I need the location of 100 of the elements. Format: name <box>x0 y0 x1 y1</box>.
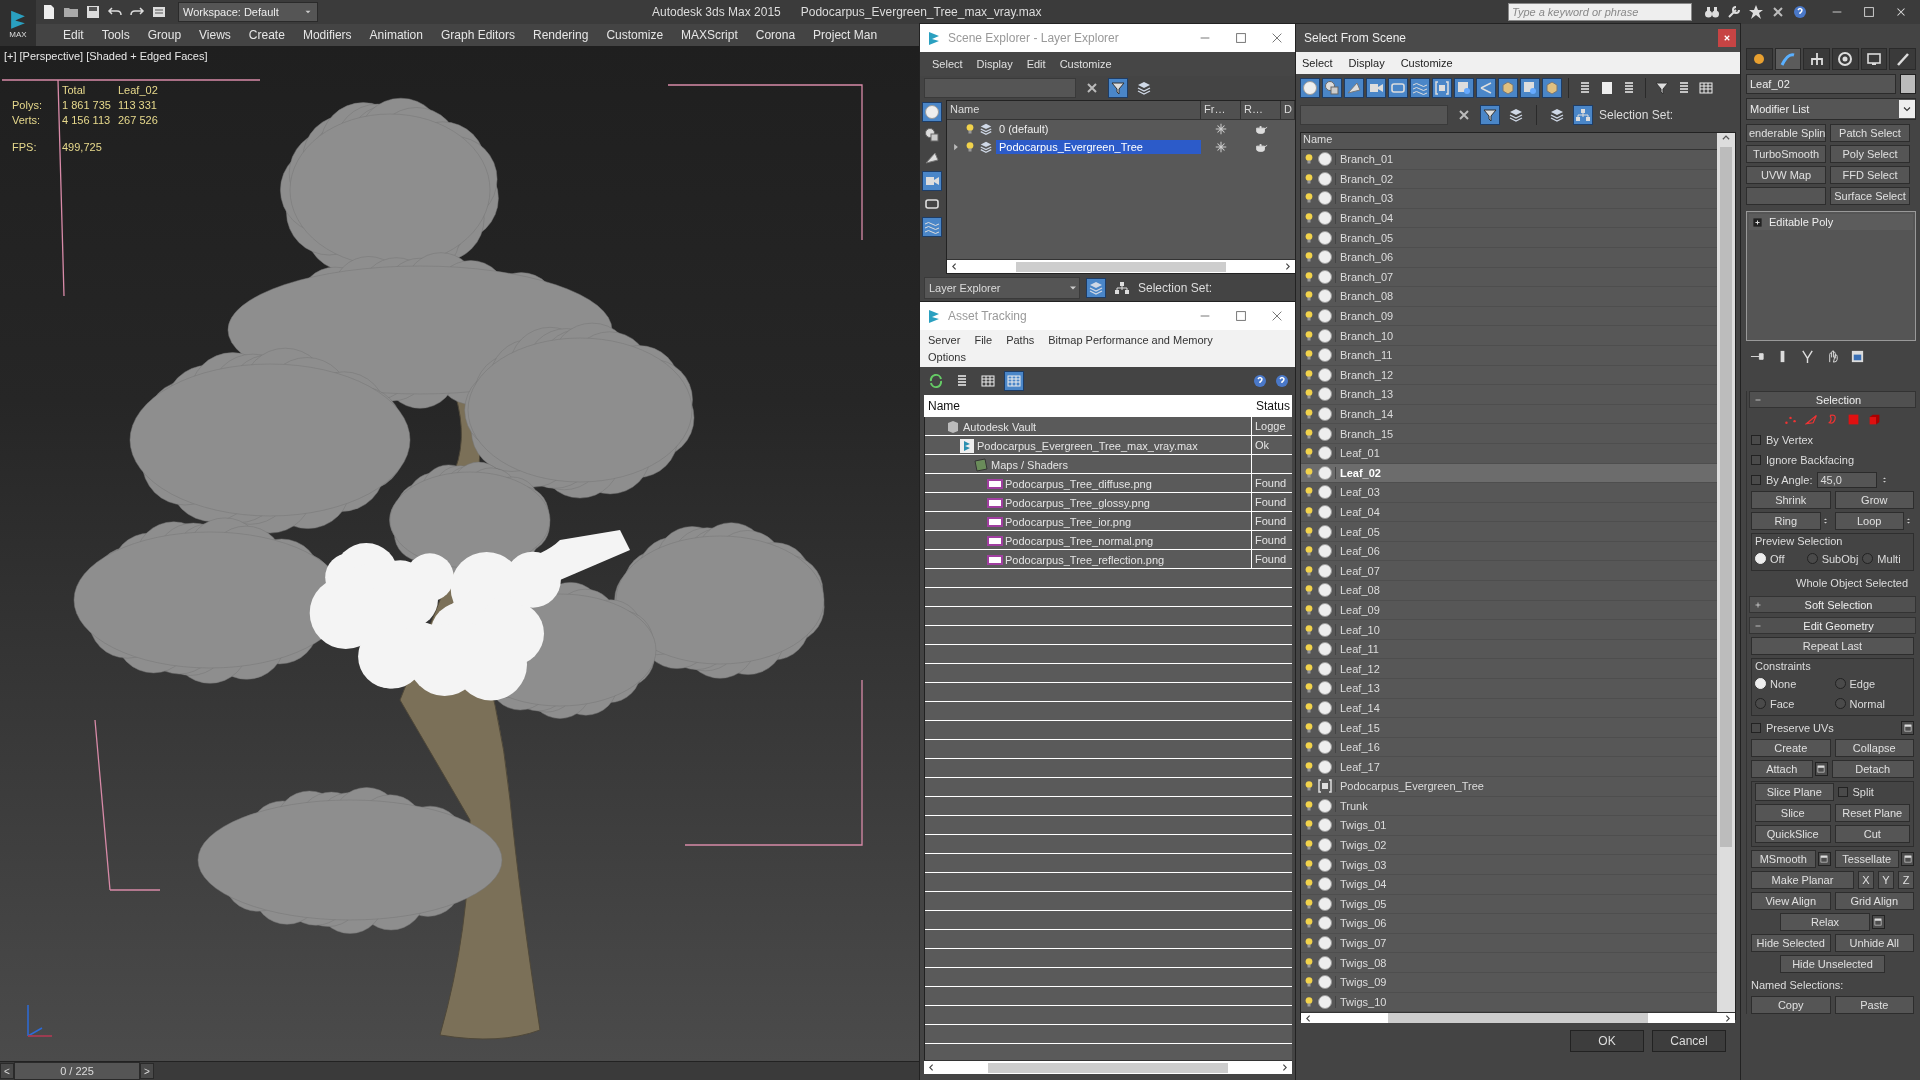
menu-item[interactable]: Views <box>190 28 240 42</box>
make-unique-icon[interactable] <box>1800 348 1815 364</box>
menu-item[interactable]: Group <box>138 28 191 42</box>
viewport-label[interactable]: [+] <box>4 50 17 62</box>
menu-item[interactable]: Corona <box>746 28 805 42</box>
asset-name[interactable]: Podocarpus_Tree_diffuse.png <box>1005 477 1152 490</box>
object-row[interactable]: Leaf_06 <box>1301 541 1717 562</box>
object-row[interactable]: Twigs_05 <box>1301 894 1717 915</box>
checkbox[interactable] <box>1751 434 1761 445</box>
maximize-icon[interactable] <box>1234 31 1248 45</box>
lights-filter-button[interactable] <box>1344 78 1364 98</box>
menu-item[interactable]: Animation <box>360 28 432 42</box>
scroll-up-icon[interactable] <box>1721 133 1731 143</box>
modifier-button[interactable]: Patch Select <box>1830 124 1910 142</box>
asset-name[interactable]: Podocarpus_Tree_reflection.png <box>1005 553 1165 566</box>
save-button[interactable] <box>84 4 102 20</box>
motion-tab[interactable] <box>1832 48 1859 70</box>
command-button[interactable]: Shrink <box>1751 491 1831 509</box>
horizontal-scrollbar[interactable] <box>924 1060 1292 1074</box>
menu-item[interactable]: Rendering <box>524 28 598 42</box>
layer-name[interactable]: Podocarpus_Evergreen_Tree <box>996 140 1201 154</box>
horizontal-scrollbar[interactable] <box>1301 1012 1735 1024</box>
object-row[interactable]: Leaf_10 <box>1301 620 1717 640</box>
settings-button[interactable] <box>1901 852 1914 866</box>
modify-tab[interactable] <box>1774 48 1802 70</box>
light-bulb-icon[interactable] <box>964 140 976 154</box>
object-row[interactable]: Branch_09 <box>1301 306 1717 327</box>
filter-toggle-button[interactable] <box>1108 78 1128 98</box>
asset-name[interactable]: Autodesk Vault <box>963 420 1037 433</box>
object-row[interactable]: Twigs_06 <box>1301 914 1717 934</box>
checkbox[interactable] <box>1751 722 1761 733</box>
xrefs-filter-button[interactable] <box>1454 78 1474 98</box>
geometry-filter-button[interactable] <box>1300 78 1320 98</box>
menu-item[interactable]: Tools <box>92 28 139 42</box>
wrench-icon[interactable] <box>1726 4 1742 20</box>
object-row[interactable]: Branch_08 <box>1301 287 1717 307</box>
help-icon[interactable] <box>1274 373 1290 389</box>
stack-item[interactable]: Editable Poly <box>1749 214 1913 230</box>
settings-button[interactable] <box>1814 762 1828 776</box>
object-row[interactable]: Leaf_14 <box>1301 698 1717 719</box>
object-row[interactable]: Trunk <box>1301 796 1717 817</box>
command-button[interactable]: Repeat Last <box>1751 637 1914 655</box>
modifier-button[interactable]: UVW Map <box>1746 166 1826 184</box>
object-row[interactable]: Leaf_16 <box>1301 737 1717 758</box>
menu-item[interactable]: Edit <box>54 28 93 42</box>
command-button[interactable]: Slice Plane <box>1755 783 1834 801</box>
modifier-button[interactable]: Surface Select <box>1830 187 1910 205</box>
command-button[interactable]: Loop <box>1834 512 1904 530</box>
command-button[interactable]: Cut <box>1834 825 1910 843</box>
command-button[interactable]: Hide Unselected <box>1780 955 1885 973</box>
menu-item[interactable]: Project Man <box>804 28 887 42</box>
utilities-tab[interactable] <box>1889 48 1917 70</box>
command-button[interactable]: Create <box>1751 739 1831 757</box>
axis-button[interactable]: Y <box>1878 871 1894 889</box>
workspace-dropdown[interactable]: Workspace: Default <box>178 2 318 22</box>
rollout-header[interactable]: Selection <box>1749 391 1916 408</box>
object-row[interactable]: Branch_06 <box>1301 247 1717 268</box>
create-tab[interactable] <box>1746 48 1773 70</box>
command-button[interactable]: Grow <box>1834 491 1914 509</box>
checkbox[interactable] <box>1837 787 1848 797</box>
layer-view-button[interactable] <box>1086 278 1106 298</box>
maximize-icon[interactable] <box>1862 5 1876 19</box>
object-row[interactable]: Leaf_03 <box>1301 483 1717 503</box>
column-header[interactable]: R… <box>1241 101 1281 119</box>
asset-name[interactable]: Maps / Shaders <box>991 458 1069 471</box>
horizontal-scrollbar[interactable] <box>947 259 1295 273</box>
filter-toggle-button[interactable] <box>1480 105 1500 125</box>
star-icon[interactable] <box>1748 4 1764 20</box>
command-button[interactable]: Detach <box>1831 760 1914 778</box>
menu-item[interactable]: Select <box>926 58 969 70</box>
command-button[interactable]: Relax <box>1780 913 1870 931</box>
checkbox[interactable] <box>1751 474 1761 485</box>
object-row[interactable]: Branch_04 <box>1301 208 1717 229</box>
rollout-header[interactable]: Edit Geometry <box>1749 617 1916 634</box>
asset-name[interactable]: Podocarpus_Tree_glossy.png <box>1005 496 1150 509</box>
scroll-left-icon[interactable] <box>950 262 959 271</box>
asset-name[interactable]: Podocarpus_Tree_normal.png <box>1005 534 1154 547</box>
menu-item[interactable]: Options <box>922 351 972 363</box>
object-row[interactable]: Twigs_03 <box>1301 855 1717 875</box>
command-button[interactable]: Grid Align <box>1834 892 1914 910</box>
command-button[interactable]: Paste <box>1834 996 1914 1014</box>
helpers-filter-button[interactable] <box>1388 78 1408 98</box>
previous-frame-button[interactable]: < <box>0 1063 14 1079</box>
app-logo[interactable]: MAX <box>0 0 36 46</box>
command-button[interactable]: QuickSlice <box>1755 825 1831 843</box>
search-field[interactable] <box>1300 105 1448 125</box>
column-header[interactable]: Name <box>1301 133 1717 150</box>
menu-item[interactable]: Edit <box>1020 58 1052 70</box>
display-tab[interactable] <box>1860 48 1888 70</box>
layer-name[interactable]: 0 (default) <box>996 122 1052 136</box>
object-row[interactable]: Branch_01 <box>1301 150 1717 170</box>
menu-item[interactable]: Graph Editors <box>431 28 524 42</box>
object-row[interactable]: Twigs_07 <box>1301 933 1717 954</box>
column-header[interactable]: Name <box>947 101 1201 119</box>
scroll-right-icon[interactable] <box>1283 262 1292 271</box>
maximize-icon[interactable] <box>1234 309 1248 323</box>
column-header[interactable]: Fr… <box>1201 101 1241 119</box>
menu-item[interactable]: Paths <box>1000 334 1041 346</box>
radio-button[interactable] <box>1862 553 1874 564</box>
settings-button[interactable] <box>1901 720 1914 735</box>
